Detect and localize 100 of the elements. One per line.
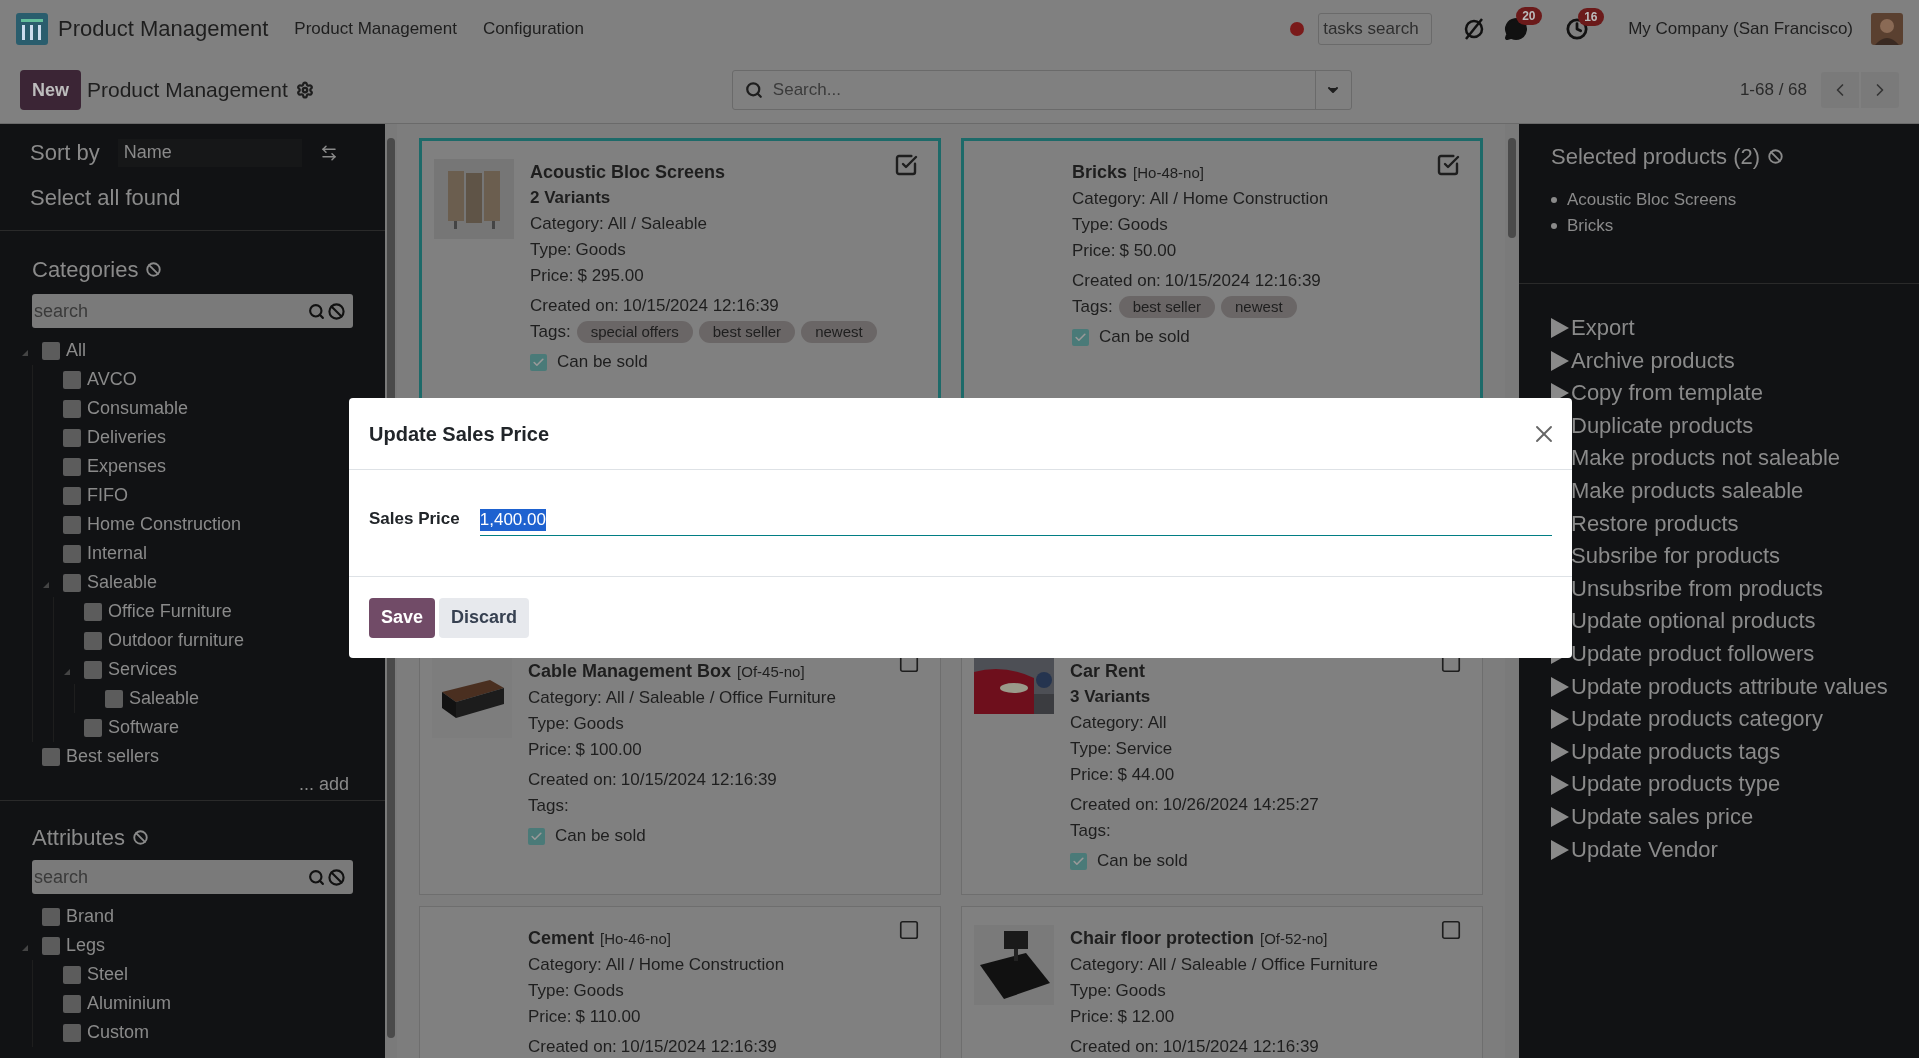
tree-label[interactable]: Home Construction [87, 511, 242, 538]
new-button[interactable]: New [20, 70, 81, 110]
tree-label[interactable]: FIFO [87, 482, 128, 509]
tree-label[interactable]: Custom [87, 1019, 149, 1046]
search-input[interactable]: search [34, 863, 308, 891]
avatar-icon[interactable] [1871, 12, 1903, 45]
product-name[interactable]: Cement [528, 925, 594, 951]
tree-label[interactable]: Deliveries [87, 424, 167, 451]
action-item[interactable]: Export [1551, 312, 1635, 345]
select-checkbox[interactable] [1440, 919, 1462, 941]
tree-label[interactable]: Expenses [87, 453, 167, 480]
tree-label[interactable]: Legs [66, 932, 106, 959]
checkbox[interactable] [1072, 328, 1089, 346]
tree-checkbox[interactable] [42, 341, 60, 360]
search-icon[interactable] [308, 302, 325, 320]
tree-checkbox[interactable] [84, 631, 102, 650]
select-checkbox[interactable] [1436, 153, 1460, 177]
tree-label[interactable]: Internal [87, 540, 148, 567]
action-item[interactable]: Update Vendor [1551, 833, 1718, 867]
tree-checkbox[interactable] [84, 660, 102, 679]
tree-checkbox[interactable] [63, 994, 81, 1013]
tree-checkbox[interactable] [63, 573, 81, 592]
tree-label[interactable]: Brand [66, 903, 115, 930]
tree-checkbox[interactable] [63, 1023, 81, 1042]
search-field[interactable]: search [32, 294, 353, 328]
tree-label[interactable]: All [66, 337, 86, 364]
action-item[interactable]: Make products saleable [1551, 474, 1804, 508]
clear-icon[interactable] [328, 302, 345, 320]
app-name[interactable]: Product Management [58, 12, 269, 45]
sort-select[interactable]: Name [117, 138, 302, 167]
tree-label[interactable]: Services [108, 656, 178, 683]
action-item[interactable]: Restore products [1551, 507, 1739, 541]
save-button[interactable]: Save [369, 597, 436, 638]
select-all-link[interactable]: Select all found [30, 181, 181, 214]
collapse-caret-icon[interactable] [43, 582, 49, 588]
clear-icon[interactable] [328, 868, 345, 886]
add-link[interactable]: ... add [298, 771, 349, 798]
tree-checkbox[interactable] [63, 486, 81, 505]
pager-value[interactable]: 1-68 / 68 [1739, 77, 1807, 103]
tasks-search-field[interactable]: tasks search [1318, 12, 1433, 45]
tree-checkbox[interactable] [63, 370, 81, 389]
tree-checkbox[interactable] [63, 399, 81, 418]
tree-checkbox[interactable] [63, 457, 81, 476]
tree-checkbox[interactable] [42, 907, 60, 926]
product-name[interactable]: Bricks [1072, 159, 1128, 185]
tree-label[interactable]: Aluminium [87, 990, 172, 1017]
tree-label[interactable]: Saleable [87, 569, 158, 596]
tree-label[interactable]: Consumable [87, 395, 189, 422]
collapse-caret-icon[interactable] [64, 669, 70, 675]
select-checkbox[interactable] [894, 153, 918, 177]
action-item[interactable]: Update products attribute values [1551, 670, 1888, 704]
collapse-caret-icon[interactable] [22, 350, 28, 356]
search-input[interactable]: search [34, 297, 308, 325]
clear-icon[interactable] [132, 830, 148, 845]
tree-label[interactable]: AVCO [87, 366, 137, 393]
product-name[interactable]: Cable Management Box [528, 658, 732, 684]
menu-item[interactable]: Configuration [482, 15, 584, 42]
swap-icon[interactable] [319, 143, 338, 162]
product-card[interactable]: Chair floor protection [Of-52-no] Category: All / Saleable / Office Furniture Type: Goods Price: $ 12.00 Created on: 10/15/2024 12:16:39 [961, 906, 1483, 1058]
product-name[interactable]: Car Rent [1070, 658, 1145, 684]
action-item[interactable]: Update products type [1551, 768, 1781, 801]
action-item[interactable]: Duplicate products [1551, 409, 1754, 443]
tree-checkbox[interactable] [42, 747, 60, 766]
sales-price-field[interactable]: 1,400.00 [479, 504, 1552, 536]
company-switcher[interactable]: My Company (San Francisco) [1628, 15, 1853, 42]
select-checkbox[interactable] [898, 919, 920, 941]
action-item[interactable]: Update products category [1551, 703, 1823, 736]
action-item[interactable]: Update products tags [1551, 735, 1781, 769]
tree-checkbox[interactable] [63, 428, 81, 447]
tree-checkbox[interactable] [63, 515, 81, 534]
search-icon[interactable] [308, 868, 325, 886]
tree-checkbox[interactable] [105, 689, 123, 708]
action-item[interactable]: Update sales price [1551, 800, 1754, 834]
clear-icon[interactable] [1768, 149, 1784, 164]
checkbox[interactable] [528, 827, 545, 845]
discard-button[interactable]: Discard [439, 597, 530, 638]
product-name[interactable]: Chair floor protection [1070, 925, 1254, 951]
tree-label[interactable]: Steel [87, 961, 129, 988]
app-logo-icon[interactable] [16, 12, 48, 45]
tree-label[interactable]: Saleable [129, 685, 200, 712]
checkbox[interactable] [1070, 852, 1087, 870]
product-name[interactable]: Acoustic Bloc Screens [530, 159, 726, 185]
search-field[interactable]: search [32, 860, 353, 894]
tree-checkbox[interactable] [63, 544, 81, 563]
action-item[interactable]: Archive products [1551, 344, 1735, 378]
tree-checkbox[interactable] [84, 718, 102, 737]
tree-checkbox[interactable] [63, 965, 81, 984]
search-field[interactable]: Search... [731, 70, 1352, 110]
collapse-caret-icon[interactable] [22, 945, 28, 951]
tree-checkbox[interactable] [84, 602, 102, 621]
tree-label[interactable]: Software [108, 714, 180, 741]
tree-label[interactable]: Best sellers [66, 743, 160, 770]
settings-icon[interactable] [295, 81, 314, 99]
action-item[interactable]: Make products not saleable [1551, 442, 1841, 475]
clear-icon[interactable] [146, 262, 162, 277]
search-input[interactable]: Search... [772, 77, 1315, 103]
tree-label[interactable]: Outdoor furniture [108, 627, 245, 654]
menu-item[interactable]: Product Management [294, 15, 457, 42]
checkbox[interactable] [530, 353, 547, 371]
tree-checkbox[interactable] [42, 936, 60, 955]
